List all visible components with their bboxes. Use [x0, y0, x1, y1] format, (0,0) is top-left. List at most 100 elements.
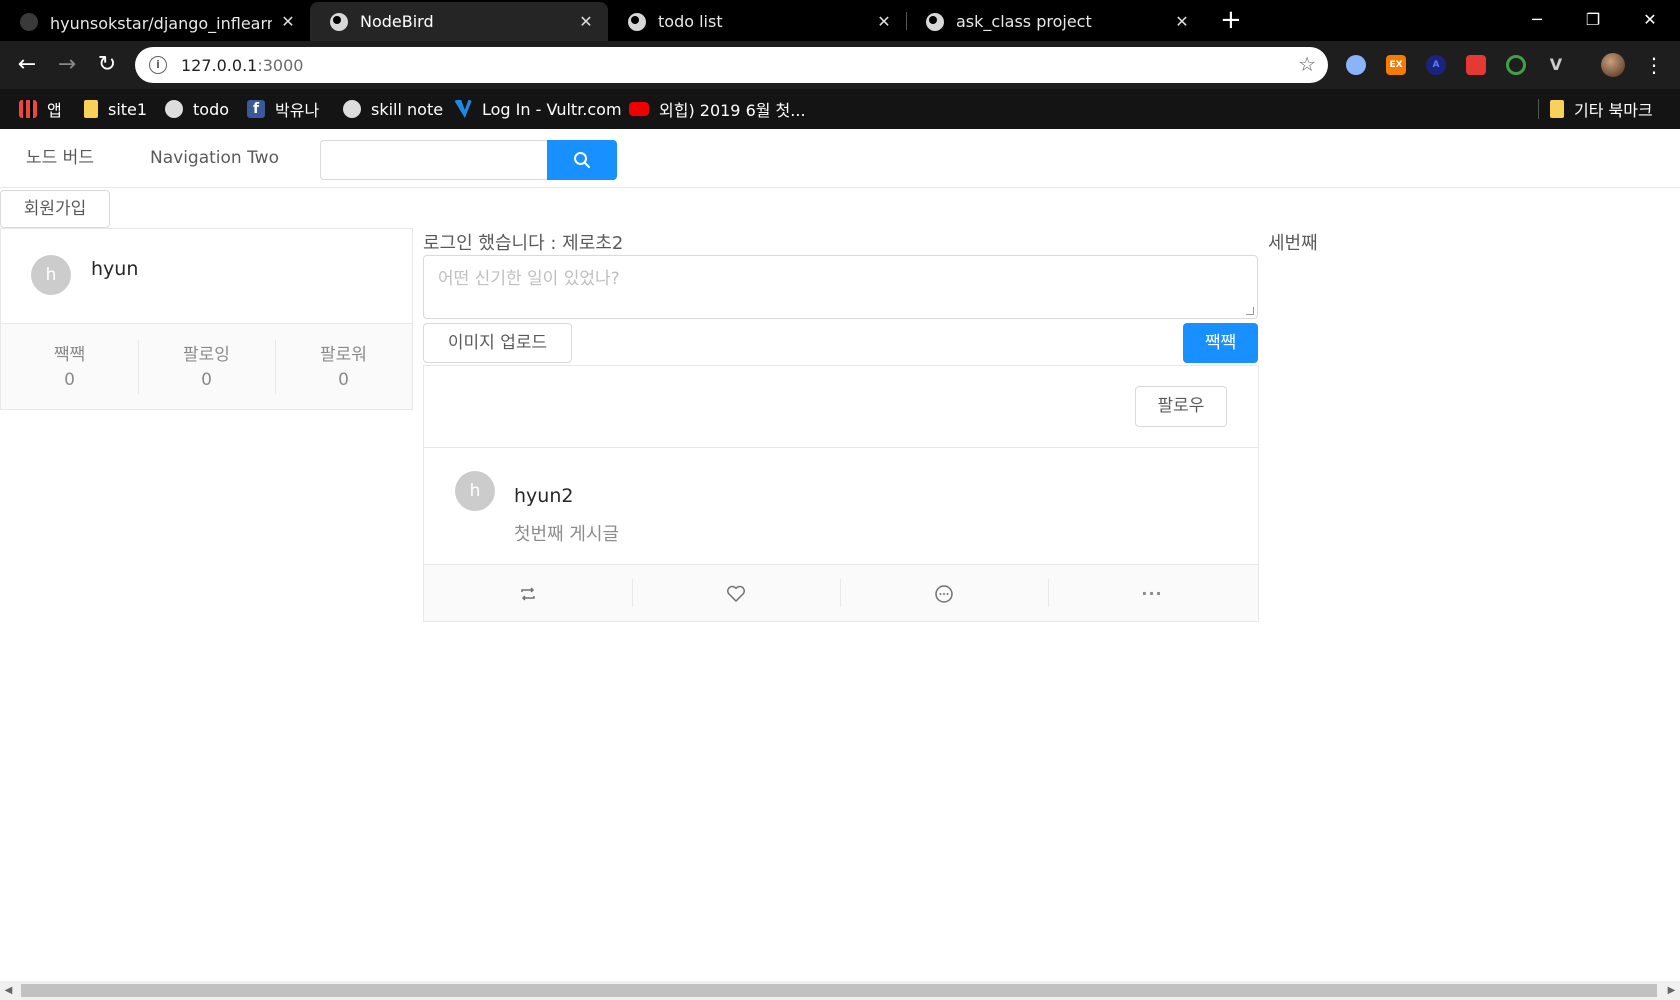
scrollbar-thumb[interactable] [21, 984, 1657, 997]
signup-button[interactable]: 회원가입 [0, 190, 110, 228]
nodebird-page: 노드 버드 Navigation Two 회원가입 h hyun 짹짹 0 팔로… [0, 129, 1680, 981]
scroll-left-icon[interactable]: ◀ [0, 981, 17, 1000]
bookmark-label: 앱 [47, 101, 62, 120]
more-button[interactable]: ··· [1048, 565, 1256, 622]
stat-tweets[interactable]: 짹짹 0 [1, 324, 138, 410]
tab-todo-list[interactable]: todo list ✕ [608, 2, 906, 41]
ex-ext-icon[interactable]: EX [1386, 55, 1406, 75]
horizontal-scrollbar[interactable]: ◀ ▶ [0, 981, 1680, 1000]
address-bar[interactable]: i 127.0.0.1:3000 ☆ [135, 47, 1328, 83]
post-textarea[interactable]: 어떤 신기한 일이 있었나? [423, 255, 1258, 319]
bookmark-label: Log In - Vultr.com [482, 99, 622, 119]
like-button[interactable] [632, 565, 840, 622]
globe-icon [628, 12, 646, 31]
forward-button[interactable]: → [53, 51, 81, 79]
tab-close-icon[interactable]: ✕ [876, 12, 892, 31]
ellipsis-icon: ··· [1141, 584, 1163, 603]
back-button[interactable]: ← [13, 51, 41, 79]
tab-title: hyunsokstar/django_inflearn2: 장 [50, 13, 272, 33]
bookmark-skill-note[interactable]: skill note [343, 89, 443, 129]
new-tab-button[interactable]: + [1220, 4, 1242, 36]
post-actions: ··· [424, 564, 1258, 621]
window-close-button[interactable]: ✕ [1622, 0, 1678, 38]
message-icon [935, 584, 953, 603]
tab-nodebird[interactable]: NodeBird ✕ [310, 2, 608, 41]
bookmark-star-icon[interactable]: ☆ [1298, 52, 1316, 76]
vultr-icon [454, 100, 472, 118]
puzzle-ext-icon[interactable] [1466, 55, 1486, 75]
post-author: hyun2 [514, 485, 574, 507]
third-column-text: 세번째 [1268, 233, 1318, 254]
stat-label: 팔로잉 [183, 345, 230, 365]
menu-item-navigation-two[interactable]: Navigation Two [150, 129, 279, 188]
image-upload-button[interactable]: 이미지 업로드 [423, 323, 572, 363]
globe-icon [330, 12, 348, 31]
circle-ext-icon[interactable] [1346, 55, 1366, 75]
restore-button[interactable]: ❐ [1565, 0, 1621, 38]
tab-close-icon[interactable]: ✕ [578, 12, 594, 31]
browser-menu-icon[interactable]: ⋮ [1640, 51, 1668, 79]
bookmark-separator [1538, 99, 1539, 119]
bookmark-site1[interactable]: site1 [84, 89, 147, 129]
resize-grip-icon[interactable] [1246, 307, 1254, 315]
scroll-right-icon[interactable]: ▶ [1663, 981, 1680, 1000]
tab-close-icon[interactable]: ✕ [1174, 12, 1190, 31]
target-ext-icon[interactable] [1506, 55, 1526, 75]
facebook-icon: f [247, 100, 265, 118]
folder-icon [84, 100, 98, 118]
bookmark-label: skill note [371, 99, 444, 119]
tab-github[interactable]: hyunsokstar/django_inflearn2: 장 ✕ [0, 2, 310, 41]
bookmark-youtube[interactable]: 외힙) 2019 6월 첫... [629, 89, 806, 129]
search-icon [574, 152, 590, 168]
github-icon [20, 12, 38, 31]
stat-label: 팔로워 [320, 345, 367, 365]
tab-title: NodeBird [360, 12, 434, 31]
globe-icon [165, 100, 183, 118]
stat-followers[interactable]: 팔로워 0 [275, 324, 412, 410]
bookmarks-bar: 앱 site1 todo f 박유나 skill note Log In - V… [0, 89, 1680, 129]
youtube-icon [629, 102, 649, 116]
search-input[interactable] [320, 140, 548, 180]
follow-button[interactable]: 팔로우 [1135, 386, 1227, 427]
post-card: 팔로우 h hyun2 첫번째 게시글 ··· [423, 365, 1259, 622]
search-button[interactable] [547, 140, 617, 180]
menu-item-nodebird[interactable]: 노드 버드 [26, 129, 94, 188]
top-menu: 노드 버드 Navigation Two [0, 129, 1680, 188]
folder-icon [1550, 100, 1564, 118]
post-content: 첫번째 게시글 [514, 524, 620, 545]
comment-button[interactable] [840, 565, 1048, 622]
browser-tab-strip: hyunsokstar/django_inflearn2: 장 ✕ NodeBi… [0, 0, 1680, 41]
bookmark-todo[interactable]: todo [165, 89, 229, 129]
bookmark-label: 외힙) 2019 6월 첫... [659, 101, 806, 120]
bookmark-apps[interactable]: 앱 [19, 89, 62, 129]
apps-grid-icon [19, 100, 37, 118]
url-port: :3000 [257, 55, 304, 75]
reload-button[interactable]: ↻ [93, 51, 121, 79]
bookmark-vultr[interactable]: Log In - Vultr.com [454, 89, 622, 129]
minimize-button[interactable]: ─ [1509, 0, 1565, 38]
stat-label: 짹짹 [53, 345, 86, 365]
login-status-text: 로그인 했습니다 : 제로초2 [423, 233, 624, 254]
submit-tweet-button[interactable]: 짹짹 [1183, 323, 1258, 363]
stat-value: 0 [64, 370, 75, 390]
globe-icon [343, 100, 361, 118]
profile-avatar[interactable] [1601, 53, 1625, 77]
tab-ask-class[interactable]: ask_class project ✕ [906, 2, 1204, 41]
profile-stats: 짹짹 0 팔로잉 0 팔로워 0 [1, 323, 412, 409]
site-info-icon[interactable]: i [149, 56, 167, 74]
profile-name: hyun [91, 258, 139, 280]
retweet-icon [521, 586, 535, 601]
tab-close-icon[interactable]: ✕ [280, 12, 296, 31]
bookmark-facebook[interactable]: f 박유나 [247, 89, 319, 129]
stat-following[interactable]: 팔로잉 0 [138, 324, 275, 410]
browser-toolbar: ← → ↻ i 127.0.0.1:3000 ☆ EX A V ⋮ [0, 41, 1680, 89]
bookmark-label: 박유나 [275, 101, 320, 120]
retweet-button[interactable] [424, 565, 632, 622]
bookmark-label: site1 [108, 99, 148, 119]
tab-title: todo list [658, 12, 723, 31]
avatar: h [455, 471, 495, 511]
tab-title: ask_class project [956, 12, 1092, 31]
bookmark-other[interactable]: 기타 북마크 [1550, 89, 1653, 129]
a-ext-icon[interactable]: A [1426, 55, 1446, 75]
vue-ext-icon[interactable]: V [1546, 55, 1566, 75]
